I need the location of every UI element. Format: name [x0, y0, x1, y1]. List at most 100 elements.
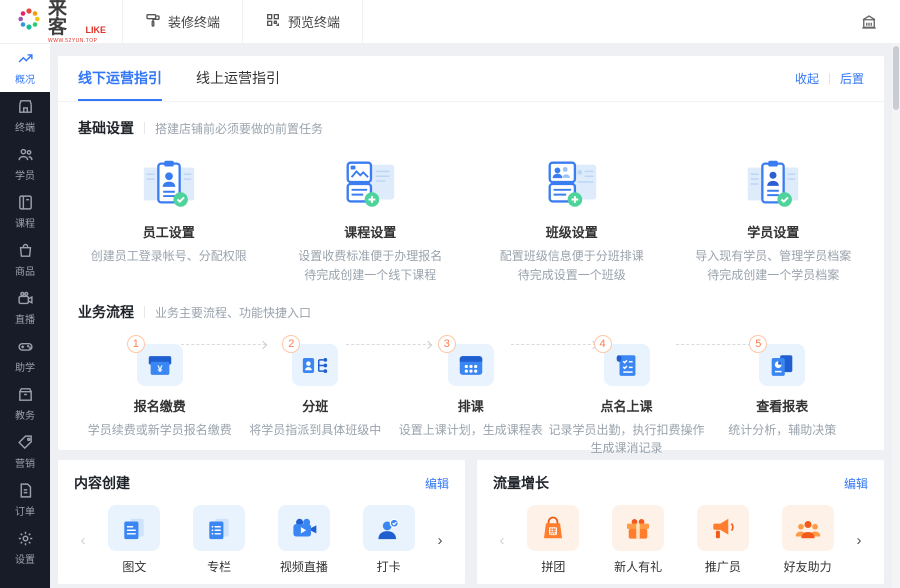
- content-item-column[interactable]: 专栏: [193, 505, 246, 575]
- content-item-label: 打卡: [376, 560, 401, 574]
- sidebar-item-label: 订单: [15, 507, 35, 518]
- flow-step-attendance[interactable]: 4 点名上课 记录学员出勤，执行扣费操作 生成课消记录: [548, 335, 705, 457]
- flow-step-title: 分班: [302, 399, 329, 415]
- scrollbar-thumb[interactable]: [893, 46, 899, 110]
- flow-step-desc: 记录学员出勤，执行扣费操作: [548, 423, 705, 438]
- sidebar-item-label: 营销: [15, 459, 35, 470]
- sidebar-item-marketing[interactable]: 营销: [0, 428, 50, 476]
- actions-divider: [828, 73, 830, 84]
- tab-offline-guide[interactable]: 线下运营指引: [78, 56, 162, 101]
- sidebar-item-students[interactable]: 学员: [0, 140, 50, 188]
- content-item-article[interactable]: 图文: [108, 505, 161, 575]
- next-arrow-icon[interactable]: ›: [431, 532, 449, 549]
- section-title: 业务流程: [78, 304, 134, 321]
- setup-card-title: 员工设置: [142, 225, 195, 240]
- flow-step-reports[interactable]: 5 查看报表 统计分析，辅助决策: [705, 335, 861, 457]
- setup-card-course[interactable]: 课程设置 设置收费标准便于办理报名 待完成创建一个线下课程: [270, 152, 472, 284]
- content-create-panel: 内容创建 编辑 ‹ 图文 专栏 视频直播 打卡 ›: [58, 460, 465, 584]
- sidebar-item-label: 教务: [15, 411, 35, 422]
- traffic-item-label: 新人有礼: [614, 560, 663, 574]
- setup-card-student[interactable]: 学员设置 导入现有学员、管理学员档案 待完成创建一个学员档案: [673, 152, 875, 284]
- newcomer-gift-icon: [612, 505, 665, 551]
- section-divider: [144, 122, 145, 134]
- setup-card-title: 学员设置: [747, 225, 800, 240]
- sidebar-item-goods[interactable]: 商品: [0, 236, 50, 284]
- marketing-tag-icon: [17, 434, 34, 456]
- brand-mark: LIKE: [85, 25, 106, 35]
- student-clipboard-icon: [742, 152, 804, 214]
- sidebar-item-study-aid[interactable]: 助学: [0, 332, 50, 380]
- flow-step-schedule[interactable]: 3 排课 设置上课计划，生成课程表: [393, 335, 549, 457]
- content-item-checkin[interactable]: 打卡: [362, 505, 415, 575]
- tab-online-guide[interactable]: 线上运营指引: [196, 56, 280, 101]
- decorate-terminal-button[interactable]: 装修终端: [122, 0, 242, 43]
- step-number-badge: 3: [437, 335, 456, 354]
- setup-card-class[interactable]: 班级设置 配置班级信息便于分班排课 待完成设置一个班级: [471, 152, 673, 284]
- flow-step-assign-class[interactable]: 2 分班 将学员指派到具体班级中: [238, 335, 394, 457]
- flow-step-desc: 统计分析，辅助决策: [728, 423, 837, 438]
- flow-step-enroll-pay[interactable]: 1 ¥ 报名缴费 学员续费或新学员报名缴费: [82, 335, 238, 457]
- prev-arrow-icon[interactable]: ‹: [493, 532, 511, 549]
- settings-gear-icon: [17, 530, 34, 552]
- app-logo[interactable]: 来客 LIKE WWW.52YUN.TOP: [0, 0, 122, 44]
- basic-setup-cards: 员工设置 创建员工登录帐号、分配权限 课程设置 设置收费标准便于办理报名 待完成…: [58, 138, 884, 286]
- business-flow-header: 业务流程 业务主要流程、功能快捷入口: [78, 302, 864, 322]
- traffic-item-label: 好友助力: [783, 560, 832, 574]
- flow-connector: [511, 344, 597, 346]
- course-card-icon: [339, 152, 401, 214]
- svg-text:¥: ¥: [157, 364, 163, 374]
- setup-card-desc2: 待完成创建一个线下课程: [304, 267, 437, 282]
- checkin-icon: [362, 505, 415, 551]
- tab-label: 线上运营指引: [196, 69, 280, 86]
- content-item-label: 图文: [122, 560, 147, 574]
- sidebar-item-label: 助学: [15, 363, 35, 374]
- section-subtitle: 业务主要流程、功能快捷入口: [155, 305, 312, 320]
- sidebar-item-overview[interactable]: 概况: [0, 44, 50, 92]
- traffic-item-friends-boost[interactable]: 好友助力: [781, 505, 834, 575]
- flow-step-desc2: 生成课消记录: [590, 441, 663, 456]
- setup-card-title: 课程设置: [344, 225, 397, 240]
- traffic-item-newcomer-gift[interactable]: 新人有礼: [612, 505, 665, 575]
- flow-step-title: 报名缴费: [133, 399, 186, 415]
- goods-bag-icon: [17, 242, 34, 264]
- flow-step-title: 查看报表: [756, 399, 809, 415]
- sidebar-item-label: 概况: [15, 75, 35, 86]
- setup-card-desc2: 待完成设置一个班级: [517, 267, 626, 282]
- brand-url: WWW.52YUN.TOP: [48, 38, 98, 44]
- content-item-label: 专栏: [207, 560, 232, 574]
- traffic-item-group-buy[interactable]: 拼 拼团: [527, 505, 580, 575]
- traffic-item-promoter[interactable]: 推广员: [696, 505, 749, 575]
- left-sidebar: 概况 终端 学员 课程 商品 直播 助学 教务 营销 订单 设置: [0, 44, 50, 588]
- setup-card-desc2: 待完成创建一个学员档案: [707, 267, 840, 282]
- setup-card-desc: 导入现有学员、管理学员档案: [695, 249, 852, 263]
- setup-card-desc: 创建员工登录帐号、分配权限: [90, 249, 247, 263]
- sidebar-item-live[interactable]: 直播: [0, 284, 50, 332]
- sidebar-item-orders[interactable]: 订单: [0, 476, 50, 524]
- content-item-video-live[interactable]: 视频直播: [277, 505, 330, 575]
- collapse-link[interactable]: 收起: [795, 70, 819, 87]
- sidebar-item-academic[interactable]: 教务: [0, 380, 50, 428]
- sidebar-item-label: 直播: [15, 315, 35, 326]
- overview-chart-icon: [17, 50, 34, 72]
- sidebar-item-label: 设置: [15, 555, 35, 566]
- traffic-growth-edit-link[interactable]: 编辑: [844, 475, 868, 492]
- staff-clipboard-icon: [138, 152, 200, 214]
- preview-terminal-button[interactable]: 预览终端: [242, 0, 364, 43]
- video-live-icon: [277, 505, 330, 551]
- friends-boost-icon: [781, 505, 834, 551]
- study-aid-icon: [17, 338, 34, 360]
- content-create-edit-link[interactable]: 编辑: [425, 475, 449, 492]
- home-building-button[interactable]: [860, 13, 878, 31]
- sidebar-item-terminal[interactable]: 终端: [0, 92, 50, 140]
- prev-arrow-icon[interactable]: ‹: [74, 532, 92, 549]
- sidebar-item-courses[interactable]: 课程: [0, 188, 50, 236]
- scrollbar[interactable]: [892, 44, 900, 588]
- sidebar-item-settings[interactable]: 设置: [0, 524, 50, 572]
- sidebar-item-label: 学员: [15, 171, 35, 182]
- move-back-link[interactable]: 后置: [840, 70, 864, 87]
- setup-card-staff[interactable]: 员工设置 创建员工登录帐号、分配权限: [68, 152, 270, 284]
- sidebar-item-label: 课程: [15, 219, 35, 230]
- next-arrow-icon[interactable]: ›: [850, 532, 868, 549]
- preview-terminal-label: 预览终端: [288, 15, 341, 30]
- setup-card-desc: 设置收费标准便于办理报名: [298, 249, 443, 263]
